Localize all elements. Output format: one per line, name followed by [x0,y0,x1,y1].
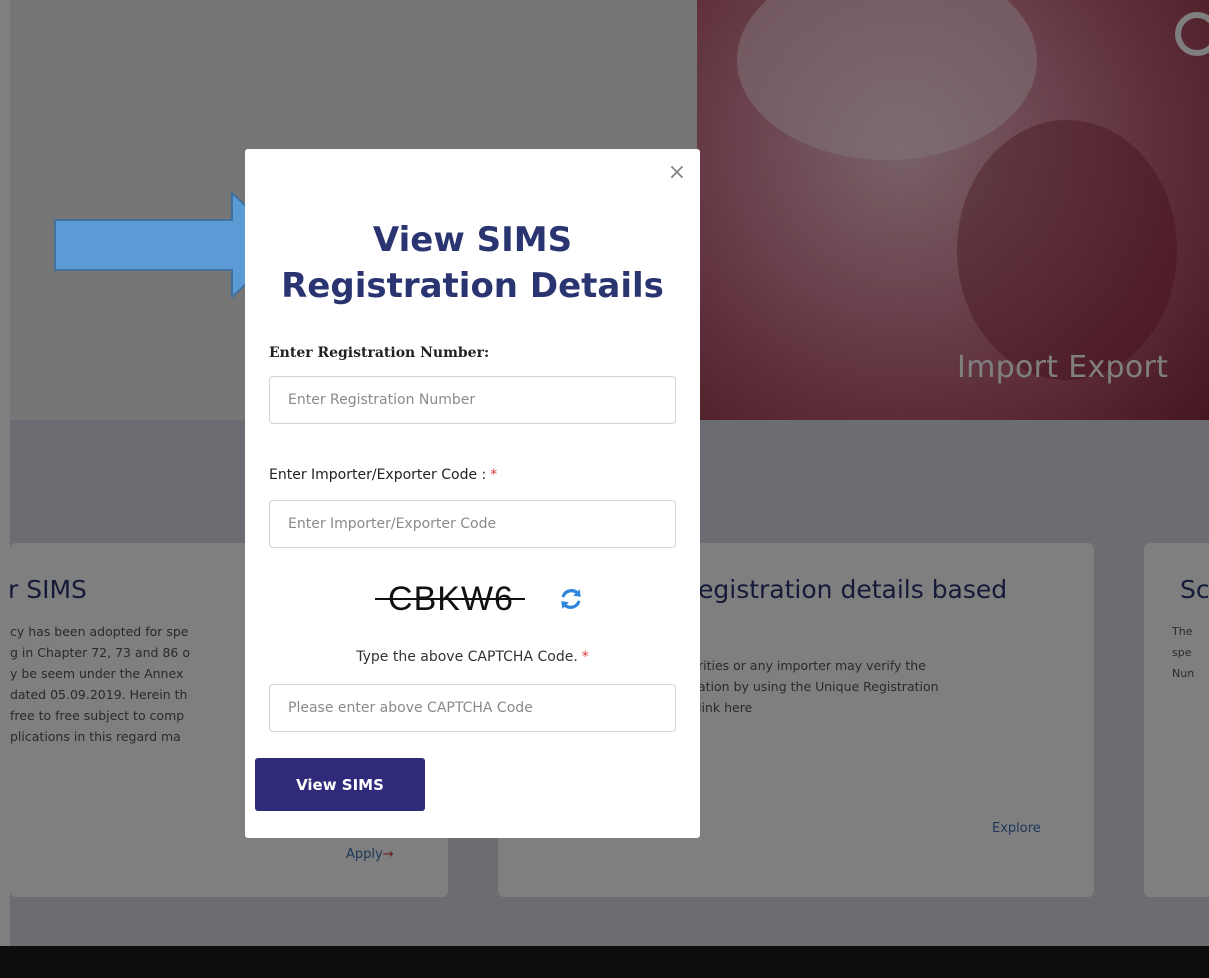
registration-number-label: Enter Registration Number: [269,345,490,361]
modal-title-line: Registration Details [281,266,664,306]
modal-title: View SIMS Registration Details [245,217,700,309]
modal-title-line: View SIMS [372,220,573,260]
close-button[interactable]: × [663,159,691,187]
sims-modal: × View SIMS Registration Details Enter R… [245,149,700,838]
captcha-label: Type the above CAPTCHA Code. * [245,649,700,665]
iec-code-input[interactable] [269,500,676,548]
captcha-label-text: Type the above CAPTCHA Code. [356,649,578,665]
registration-number-input[interactable] [269,376,676,424]
view-sims-button[interactable]: View SIMS [255,758,425,811]
refresh-icon[interactable] [558,586,584,612]
iec-code-label-text: Enter Importer/Exporter Code : [269,467,487,483]
iec-code-label: Enter Importer/Exporter Code : * [269,467,497,483]
captcha-input[interactable] [269,684,676,732]
required-marker: * [581,649,589,665]
captcha-image: CBKW6 [369,574,533,624]
required-marker: * [490,467,498,483]
captcha-strike [375,598,525,600]
